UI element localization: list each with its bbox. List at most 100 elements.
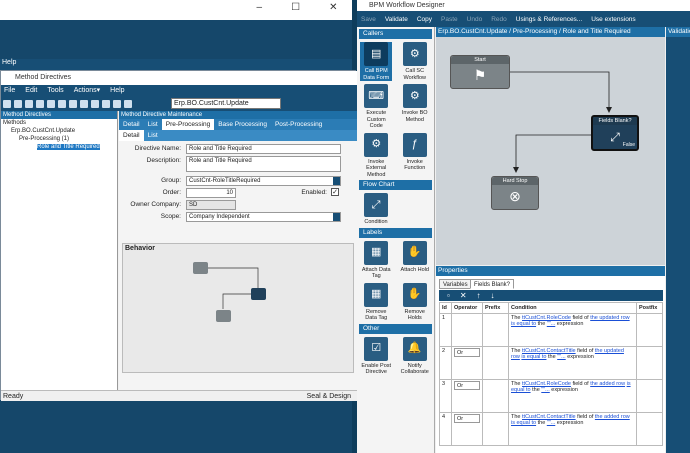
first-icon[interactable] bbox=[113, 100, 121, 108]
group-select[interactable]: CustCnt-RoleTitleRequired bbox=[186, 176, 341, 186]
tab-pre-processing[interactable]: Pre-Processing bbox=[161, 119, 215, 130]
scope-select[interactable]: Company Independent bbox=[186, 212, 341, 222]
table-row[interactable]: 3 Or The ttCustCnt.RoleCode field of the a… bbox=[439, 379, 663, 413]
expression-link[interactable]: ""... bbox=[547, 321, 556, 327]
paste-icon[interactable] bbox=[80, 100, 88, 108]
menu-tools[interactable]: Tools bbox=[47, 85, 63, 97]
redo-button[interactable]: Redo bbox=[491, 16, 507, 23]
operator-select[interactable]: Or bbox=[454, 414, 480, 423]
cell-postfix[interactable] bbox=[636, 412, 663, 446]
start-node[interactable]: Start ⚑ bbox=[450, 55, 510, 89]
expression-link[interactable]: ""... bbox=[557, 354, 566, 360]
enabled-checkbox[interactable]: ✓ bbox=[331, 188, 339, 196]
cell-prefix[interactable] bbox=[482, 379, 509, 413]
tab-post-processing[interactable]: Post-Processing bbox=[271, 119, 326, 130]
move-down-icon[interactable]: ↓ bbox=[491, 291, 495, 300]
cut-icon[interactable] bbox=[58, 100, 66, 108]
palette-attach-data-tag[interactable]: ▦ Attach Data Tag bbox=[360, 240, 392, 280]
use-extensions-checkbox[interactable]: Use extensions bbox=[591, 16, 635, 23]
menu-edit[interactable]: Edit bbox=[25, 85, 37, 97]
palette-execute-custom-code[interactable]: ⌨ Execute Custom Code bbox=[360, 84, 392, 130]
undo-button[interactable]: Undo bbox=[467, 16, 483, 23]
chevron-down-icon[interactable] bbox=[333, 213, 340, 221]
refresh-icon[interactable] bbox=[36, 100, 44, 108]
row-link[interactable]: the added row bbox=[590, 381, 625, 387]
minimize-button[interactable]: – bbox=[257, 2, 263, 18]
delete-icon[interactable] bbox=[25, 100, 33, 108]
tab-variables[interactable]: Variables bbox=[439, 279, 472, 289]
directive-name-input[interactable]: Role and Title Required bbox=[186, 144, 341, 154]
copy-icon[interactable] bbox=[69, 100, 77, 108]
close-button[interactable]: ✕ bbox=[329, 2, 337, 18]
hard-stop-node[interactable]: Hard Stop ⊗ bbox=[491, 176, 539, 210]
palette-callers-header[interactable]: Callers bbox=[359, 29, 432, 39]
row-link[interactable]: the added row bbox=[595, 414, 630, 420]
expression-link[interactable]: ""... bbox=[547, 420, 556, 426]
row-link[interactable]: the updated row bbox=[590, 315, 629, 321]
tree-item-directive[interactable]: Role and Title Required bbox=[37, 144, 100, 150]
tab-base-processing[interactable]: Base Processing bbox=[214, 119, 271, 130]
behavior-diagram[interactable] bbox=[123, 254, 355, 374]
palette-labels-header[interactable]: Labels bbox=[359, 227, 432, 238]
operator-link[interactable]: is equal to bbox=[511, 321, 536, 327]
palette-invoke-external-method[interactable]: ⚙ Invoke External Method bbox=[360, 132, 392, 179]
undo-icon[interactable] bbox=[47, 100, 55, 108]
palette-call-sc-workflow[interactable]: ⚙ Call SC Workflow bbox=[399, 42, 431, 81]
save-button[interactable]: Save bbox=[361, 16, 376, 23]
fields-blank-node[interactable]: Fields Blank? ⤢ False bbox=[591, 115, 639, 151]
tab-detail[interactable]: Detail bbox=[119, 119, 144, 130]
cell-prefix[interactable] bbox=[482, 346, 509, 380]
operator-select[interactable]: Or bbox=[454, 348, 480, 357]
palette-call-bpm-data-form[interactable]: ▤ Call BPM Data Form bbox=[360, 42, 393, 81]
tree-item-preprocessing[interactable]: Pre-Processing (1) bbox=[1, 135, 117, 143]
subtab-list[interactable]: List bbox=[144, 130, 162, 141]
cell-prefix[interactable] bbox=[482, 412, 509, 446]
chevron-down-icon[interactable] bbox=[333, 177, 340, 185]
save-icon[interactable] bbox=[14, 100, 22, 108]
order-input[interactable]: 10 bbox=[186, 188, 236, 198]
table-row[interactable]: 4 Or The ttCustCnt.ContactTitle field of t… bbox=[439, 412, 663, 446]
workflow-canvas[interactable]: Start ⚑ Fields Blank? ⤢ False Hard Stop … bbox=[436, 37, 665, 265]
attach-icon[interactable] bbox=[91, 100, 99, 108]
operator-select[interactable]: Or bbox=[454, 381, 480, 390]
palette-notify-collaborate[interactable]: 🔔 Notify Collaborate bbox=[399, 336, 431, 376]
maximize-button[interactable]: ☐ bbox=[291, 2, 300, 18]
method-combo[interactable]: Erp.BO.CustCnt.Update bbox=[171, 98, 281, 109]
validate-button[interactable]: Validate bbox=[385, 16, 408, 23]
new-icon[interactable] bbox=[3, 100, 11, 108]
operator-link[interactable]: is equal to bbox=[511, 420, 536, 426]
palette-invoke-function[interactable]: ƒ Invoke Function bbox=[399, 132, 431, 179]
operator-link[interactable]: is equal to bbox=[521, 354, 546, 360]
prev-icon[interactable] bbox=[124, 100, 132, 108]
palette-invoke-bo-method[interactable]: ⚙ Invoke BO Method bbox=[399, 84, 431, 130]
cell-postfix[interactable] bbox=[636, 346, 663, 380]
palette-enable-post-directive[interactable]: ☑ Enable Post Directive bbox=[360, 336, 392, 376]
palette-attach-hold[interactable]: ✋ Attach Hold bbox=[399, 240, 431, 280]
background-menu-help[interactable]: Help bbox=[0, 59, 352, 70]
copy-button[interactable]: Copy bbox=[417, 16, 432, 23]
help-icon[interactable] bbox=[102, 100, 110, 108]
cell-postfix[interactable] bbox=[636, 379, 663, 413]
tree-item-method[interactable]: Erp.BO.CustCnt.Update bbox=[1, 127, 117, 135]
delete-row-icon[interactable]: ✕ bbox=[460, 291, 467, 300]
palette-remove-holds[interactable]: ✋ Remove Holds bbox=[399, 282, 431, 322]
table-row[interactable]: 2 Or The ttCustCnt.ContactTitle field of t… bbox=[439, 346, 663, 380]
tree-item-methods[interactable]: Methods bbox=[1, 119, 117, 127]
palette-flowchart-header[interactable]: Flow Chart bbox=[359, 180, 432, 190]
expression-link[interactable]: ""... bbox=[541, 387, 550, 393]
move-up-icon[interactable]: ↑ bbox=[477, 291, 481, 300]
table-row[interactable]: 1 The ttCustCnt.RoleCode field of the upd… bbox=[439, 313, 663, 347]
menu-help[interactable]: Help bbox=[110, 85, 124, 97]
new-row-icon[interactable]: ▫ bbox=[447, 291, 450, 300]
paste-button[interactable]: Paste bbox=[441, 16, 458, 23]
subtab-detail[interactable]: Detail bbox=[119, 130, 144, 141]
palette-other-header[interactable]: Other bbox=[359, 323, 432, 334]
palette-condition[interactable]: ⤢ Condition bbox=[360, 193, 392, 226]
cell-prefix[interactable] bbox=[482, 313, 509, 347]
tab-fields-blank[interactable]: Fields Blank? bbox=[470, 279, 515, 289]
menu-actions[interactable]: Actions▾ bbox=[74, 85, 100, 97]
cell-postfix[interactable] bbox=[636, 313, 663, 347]
palette-remove-data-tag[interactable]: ▦ Remove Data Tag bbox=[360, 282, 392, 322]
usings-references-button[interactable]: Usings & References... bbox=[516, 16, 582, 23]
tab-list[interactable]: List bbox=[144, 119, 162, 130]
